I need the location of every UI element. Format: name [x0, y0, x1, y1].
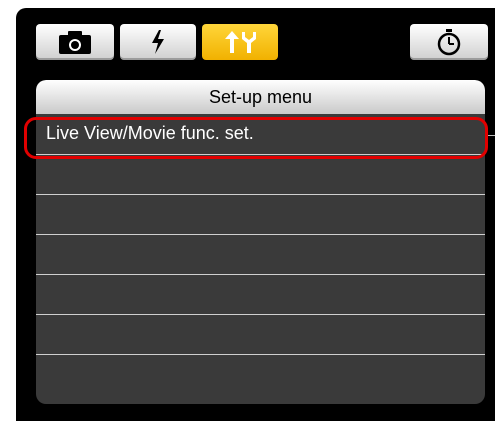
menu-item[interactable] — [36, 354, 485, 394]
menu-item[interactable] — [36, 274, 485, 314]
flash-icon — [152, 30, 164, 54]
menu-item[interactable] — [36, 154, 485, 194]
menu-item[interactable] — [36, 314, 485, 354]
menu-item[interactable] — [36, 194, 485, 234]
camera-icon — [59, 31, 91, 54]
setup-wrench-icon — [225, 31, 256, 53]
selection-highlight-outline — [24, 117, 488, 159]
callout-line — [488, 135, 495, 136]
stopwatch-icon — [437, 29, 461, 56]
tab-setup[interactable] — [202, 24, 278, 60]
menu-item[interactable] — [36, 234, 485, 274]
tab-flash[interactable] — [120, 24, 196, 60]
tab-timer[interactable] — [410, 24, 488, 60]
tab-camera[interactable] — [36, 24, 114, 60]
menu-title: Set-up menu — [36, 80, 485, 114]
